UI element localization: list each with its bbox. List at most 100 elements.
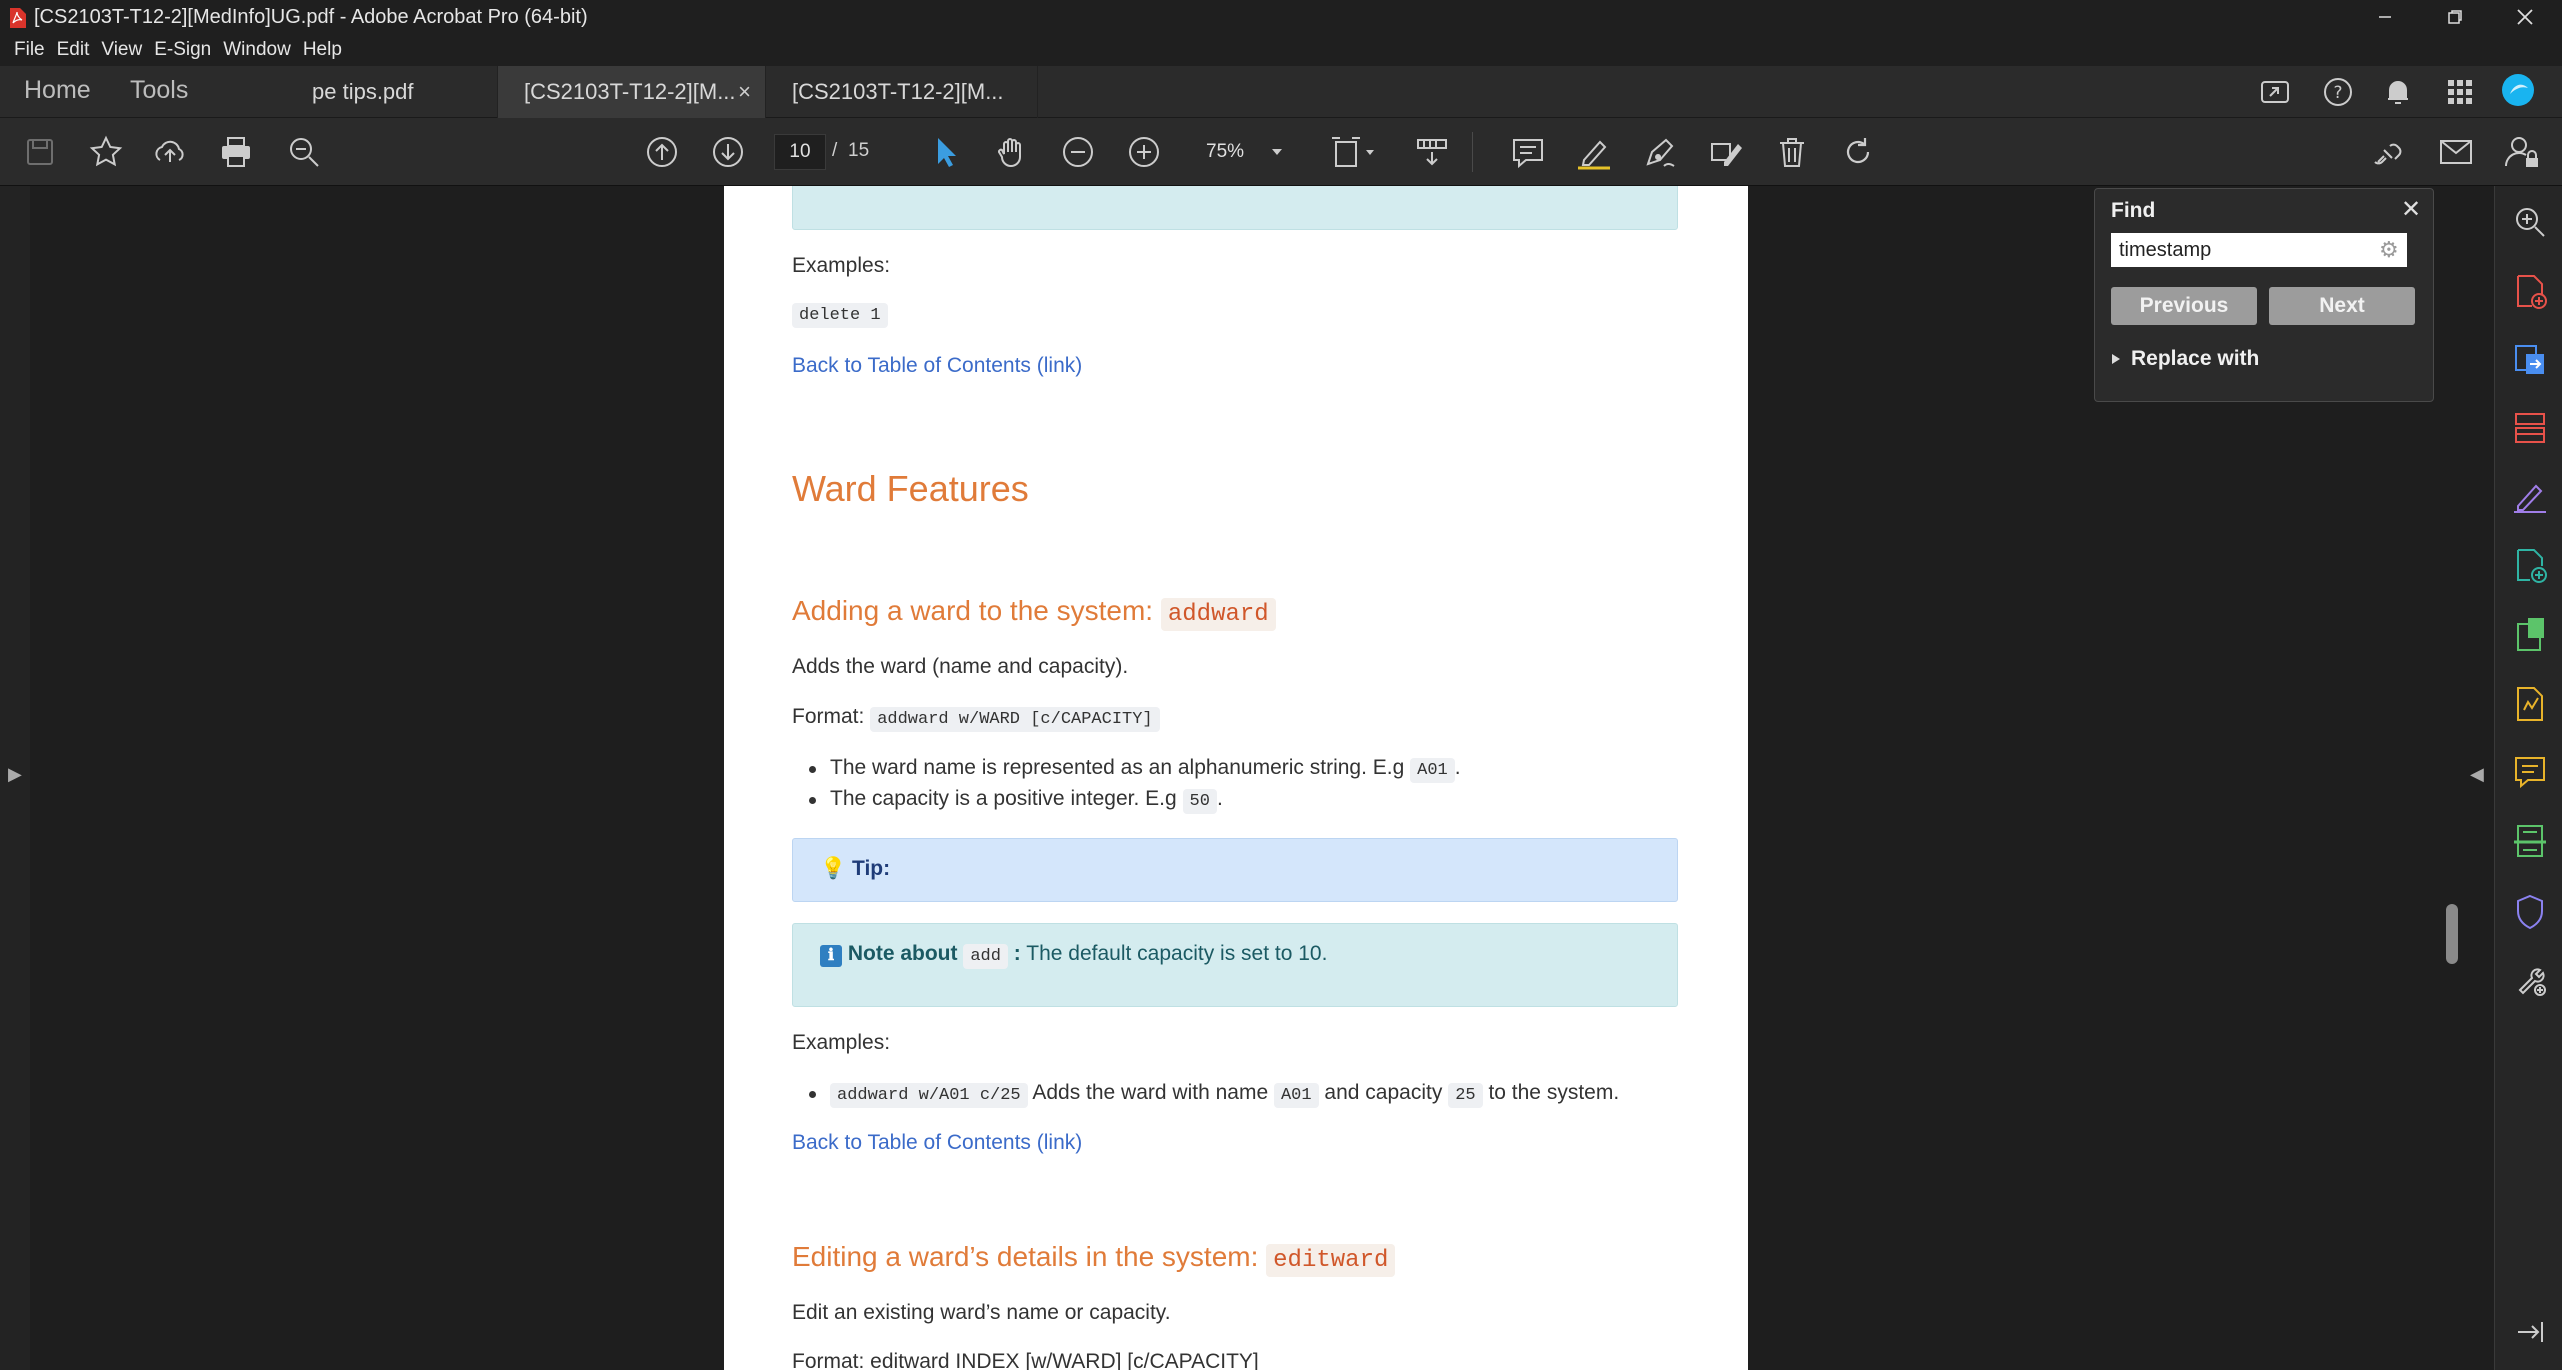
help-icon[interactable]: ? [2320, 74, 2356, 110]
bullet [809, 797, 816, 804]
notification-bell-icon[interactable] [2380, 74, 2416, 110]
compress-pdf-icon[interactable] [2510, 614, 2550, 654]
star-icon[interactable] [86, 132, 126, 172]
menu-file[interactable]: File [12, 39, 55, 61]
save-icon[interactable] [20, 132, 60, 172]
menu-esign[interactable]: E-Sign [152, 39, 221, 61]
menu-edit[interactable]: Edit [55, 39, 100, 61]
editward-description: Edit an existing ward’s name or capacity… [792, 1301, 1171, 1324]
select-cursor-icon[interactable] [926, 132, 966, 172]
addward-format: Format: addward w/WARD [c/CAPACITY] [792, 705, 1160, 732]
previous-page-icon[interactable] [642, 132, 682, 172]
find-close-button[interactable]: ✕ [2401, 195, 2421, 224]
examples-label: Examples: [792, 254, 891, 277]
tab-pe-tips[interactable]: pe tips.pdf [286, 66, 498, 118]
tab-ug-second[interactable]: [CS2103T-T12-2][M... [766, 66, 1038, 118]
back-to-toc-link[interactable]: Back to Table of Contents (link) [792, 1131, 1082, 1155]
zoom-tool-icon[interactable] [2510, 202, 2550, 242]
find-previous-button[interactable]: Previous [2111, 287, 2257, 325]
note-content: ℹ Note about add : The default capacity … [820, 942, 1327, 969]
tab-close-button[interactable]: × [738, 79, 751, 105]
svg-text:?: ? [2333, 83, 2342, 103]
zoom-search-icon[interactable] [284, 132, 324, 172]
scroll-mode-icon[interactable] [1412, 132, 1452, 172]
user-avatar-icon[interactable] [2500, 72, 2536, 108]
next-page-icon[interactable] [708, 132, 748, 172]
fill-and-sign-icon[interactable] [2510, 476, 2550, 516]
delete-trash-icon[interactable] [1772, 132, 1812, 172]
tab-label: [CS2103T-T12-2][M... [792, 79, 1004, 104]
note-box-top [792, 186, 1678, 230]
bullet [809, 766, 816, 773]
menu-help[interactable]: Help [301, 39, 352, 61]
pdf-page: Examples: delete 1 Back to Table of Cont… [724, 186, 1748, 1370]
link-share-icon[interactable] [2370, 132, 2410, 172]
account-lock-icon[interactable] [2502, 132, 2542, 172]
format-label: Format: [792, 705, 865, 728]
share-screen-icon[interactable] [2258, 74, 2294, 110]
zoom-in-icon[interactable] [1124, 132, 1164, 172]
cloud-upload-icon[interactable] [150, 132, 190, 172]
find-panel: Find ✕ ⚙ Previous Next Replace with [2094, 188, 2434, 402]
create-pdf-icon[interactable] [2510, 272, 2550, 312]
tab-label: [CS2103T-T12-2][M... [524, 79, 736, 104]
chevron-right-icon [2112, 354, 2120, 364]
highlight-pen-icon[interactable] [1574, 132, 1614, 172]
zoom-out-icon[interactable] [1058, 132, 1098, 172]
restore-button[interactable] [2420, 0, 2490, 34]
replace-with-toggle[interactable]: Replace with [2111, 347, 2259, 371]
more-tools-icon[interactable] [2510, 960, 2550, 1000]
organize-pages-icon[interactable] [2510, 408, 2550, 448]
find-input[interactable] [2111, 233, 2407, 267]
comment-tool-icon[interactable] [2510, 752, 2550, 792]
request-signature-icon[interactable] [2510, 684, 2550, 724]
fill-sign-icon[interactable] [1706, 132, 1746, 172]
list-item: addward w/A01 c/25 Adds the ward with na… [830, 1081, 1619, 1108]
tip-label: 💡 Tip: [820, 857, 891, 880]
comment-icon[interactable] [1508, 132, 1548, 172]
scrollbar-thumb[interactable] [2446, 904, 2458, 964]
rotate-icon[interactable] [1838, 132, 1878, 172]
close-icon [2517, 9, 2533, 25]
draw-sign-icon[interactable] [1640, 132, 1680, 172]
list-item: The capacity is a positive integer. E.g … [830, 787, 1223, 814]
menu-window[interactable]: Window [221, 39, 301, 61]
editward-heading: Editing a ward’s details in the system: … [792, 1241, 1396, 1277]
scan-ocr-icon[interactable] [2510, 822, 2550, 862]
collapse-right-panel-icon[interactable]: ◀ [2470, 764, 2484, 785]
format-code: addward w/WARD [c/CAPACITY] [870, 707, 1160, 732]
zoom-value: 75% [1206, 141, 1245, 162]
heading-code: editward [1266, 1244, 1396, 1277]
apps-grid-icon[interactable] [2442, 74, 2478, 110]
find-title: Find [2111, 199, 2156, 222]
home-link[interactable]: Home [24, 76, 91, 105]
menu-view[interactable]: View [99, 39, 152, 61]
collapse-rail-icon[interactable] [2510, 1312, 2550, 1352]
edit-pdf-icon[interactable] [2510, 546, 2550, 586]
protect-shield-icon[interactable] [2510, 892, 2550, 932]
gear-icon[interactable]: ⚙ [2379, 237, 2399, 263]
menu-bar: File Edit View E-Sign Window Help [0, 34, 2562, 66]
list-item: The ward name is represented as an alpha… [830, 756, 1461, 783]
page-number-input[interactable] [774, 134, 826, 170]
minimize-icon [2379, 16, 2391, 18]
expand-left-panel-icon[interactable]: ▶ [8, 764, 22, 785]
export-pdf-icon[interactable] [2510, 340, 2550, 380]
minimize-button[interactable] [2350, 0, 2420, 34]
print-icon[interactable] [216, 132, 256, 172]
close-window-button[interactable] [2490, 0, 2560, 34]
page-fit-icon[interactable] [1328, 132, 1380, 172]
back-to-toc-link[interactable]: Back to Table of Contents (link) [792, 354, 1082, 378]
addward-description: Adds the ward (name and capacity). [792, 655, 1129, 678]
email-icon[interactable] [2436, 132, 2476, 172]
hand-tool-icon[interactable] [992, 132, 1032, 172]
tab-ug-active[interactable]: [CS2103T-T12-2][M... × [498, 66, 766, 118]
tip-box [792, 838, 1678, 902]
editward-format-partial: Format: editward INDEX [w/WARD] [c/CAPAC… [792, 1350, 1259, 1370]
tools-link[interactable]: Tools [130, 76, 188, 105]
find-next-button[interactable]: Next [2269, 287, 2415, 325]
info-icon: ℹ [820, 945, 842, 967]
vertical-scrollbar[interactable] [2438, 186, 2468, 1370]
zoom-level-dropdown[interactable]: 75% [1178, 134, 1298, 170]
heading-code: addward [1160, 598, 1276, 631]
